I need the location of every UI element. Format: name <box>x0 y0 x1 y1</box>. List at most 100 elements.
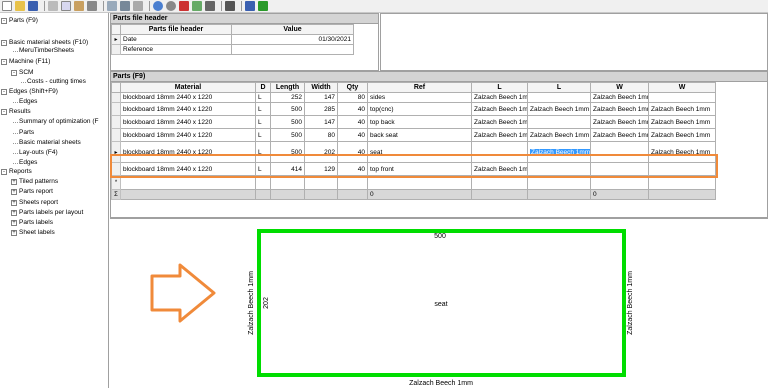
tree-item[interactable]: Summary of optimization (F <box>19 118 98 126</box>
table-cell[interactable] <box>527 175 591 190</box>
tree-item[interactable]: Edges <box>19 159 37 167</box>
tree-item[interactable]: Basic material sheets (F10) <box>9 39 88 47</box>
table-cell[interactable]: Zalzach Beech 1mm <box>590 102 649 116</box>
table-cell[interactable]: 40 <box>337 162 368 176</box>
table-cell[interactable]: top(cnc) <box>367 102 472 116</box>
table-cell[interactable]: top front <box>367 162 472 176</box>
table-cell[interactable]: 40 <box>337 128 368 142</box>
column-header[interactable]: Qty <box>337 82 368 93</box>
collapse-icon[interactable]: - <box>11 70 17 76</box>
table-icon[interactable] <box>120 1 130 11</box>
table-cell[interactable] <box>255 175 271 190</box>
table-cell[interactable]: Zalzach Beech 1mm <box>590 128 649 142</box>
column-header[interactable]: Parts file header <box>120 24 232 35</box>
table-cell[interactable]: L <box>255 92 271 103</box>
table-row[interactable]: blockboard 18mm 2440 x 1220 L 414 129 40 top … <box>111 162 716 176</box>
table-cell[interactable]: blockboard 18mm 2440 x 1220 <box>120 141 256 163</box>
table-cell[interactable] <box>270 175 305 190</box>
table-cell[interactable]: 500 <box>270 128 305 142</box>
table-cell[interactable]: Zalzach Beech 1mm <box>648 128 716 142</box>
expand-icon[interactable]: + <box>11 179 17 185</box>
collapse-icon[interactable]: - <box>1 109 7 115</box>
table-cell[interactable]: Zalzach Beech 1mm <box>648 115 716 129</box>
table-cell[interactable]: blockboard 18mm 2440 x 1220 <box>120 115 256 129</box>
table-cell[interactable]: 500 <box>270 141 305 163</box>
new-row[interactable]: * <box>111 175 716 190</box>
tree-item[interactable]: Parts <box>19 129 34 137</box>
table-cell[interactable] <box>648 92 716 103</box>
table-cell[interactable]: blockboard 18mm 2440 x 1220 <box>120 92 256 103</box>
table-cell[interactable]: sides <box>367 92 472 103</box>
table-cell[interactable]: 147 <box>304 115 338 129</box>
tree-item[interactable]: MeruTimberSheets <box>19 47 74 55</box>
table-cell[interactable]: 500 <box>270 115 305 129</box>
tree-item[interactable]: Reports <box>9 168 32 176</box>
table-cell[interactable]: 80 <box>337 92 368 103</box>
table-cell[interactable]: blockboard 18mm 2440 x 1220 <box>120 128 256 142</box>
table-cell[interactable]: Zalzach Beech 1mm <box>590 92 649 103</box>
table-cell[interactable]: Zalzach Beech 1m <box>471 162 528 176</box>
table-cell[interactable]: 252 <box>270 92 305 103</box>
table-cell[interactable]: blockboard 18mm 2440 x 1220 <box>120 162 256 176</box>
grid-icon[interactable] <box>107 1 117 11</box>
table-cell[interactable] <box>590 175 649 190</box>
table-cell[interactable]: 147 <box>304 92 338 103</box>
column-header[interactable]: Ref <box>367 82 472 93</box>
table-row[interactable]: ▸ blockboard 18mm 2440 x 1220 L 500 202 40 sea… <box>111 141 716 163</box>
table-cell[interactable] <box>304 175 338 190</box>
copy-icon[interactable] <box>61 1 71 11</box>
expand-icon[interactable]: + <box>11 189 17 195</box>
tree-item[interactable]: Edges <box>19 98 37 106</box>
table-cell[interactable]: top back <box>367 115 472 129</box>
table-cell[interactable]: Zalzach Beech 1mm <box>648 102 716 116</box>
header-field-value[interactable] <box>231 44 354 55</box>
collapse-icon[interactable]: - <box>1 40 7 46</box>
export-icon[interactable] <box>225 1 235 11</box>
table-cell[interactable]: 500 <box>270 102 305 116</box>
tree-item[interactable]: SCM <box>19 69 33 77</box>
tree-item[interactable]: Edges (Shift+F9) <box>9 88 58 96</box>
table-cell[interactable] <box>120 175 256 190</box>
table-cell[interactable] <box>527 162 591 176</box>
sort-icon[interactable] <box>205 1 215 11</box>
column-header[interactable]: Value <box>231 24 354 35</box>
collapse-icon[interactable]: - <box>1 59 7 65</box>
selected-cell-text[interactable]: Zalzach Beech 1mm <box>530 148 590 156</box>
header-field-name[interactable]: Date <box>120 34 232 45</box>
tree-item[interactable]: Basic material sheets <box>19 139 81 147</box>
column-header[interactable]: W <box>590 82 649 93</box>
table-cell[interactable]: seat <box>367 141 472 163</box>
collapse-icon[interactable]: - <box>1 169 7 175</box>
table-cell[interactable] <box>590 162 649 176</box>
table-cell[interactable]: 40 <box>337 115 368 129</box>
table-row[interactable]: blockboard 18mm 2440 x 1220 L 500 285 40 top(… <box>111 102 716 116</box>
cut-icon[interactable] <box>48 1 58 11</box>
tree-item[interactable]: Parts labels <box>19 219 53 227</box>
table-cell[interactable]: Zalzach Beech 1mm <box>471 128 528 142</box>
tree-item[interactable]: Parts (F9) <box>9 17 38 25</box>
header-field-value[interactable]: 01/30/2021 <box>231 34 354 45</box>
table-cell[interactable]: L <box>255 141 271 163</box>
table-cell[interactable]: Zalzach Beech 1mm <box>471 102 528 116</box>
table-row[interactable]: blockboard 18mm 2440 x 1220 L 252 147 80 side… <box>111 92 716 103</box>
table-cell[interactable] <box>471 175 528 190</box>
open-folder-icon[interactable] <box>15 1 25 11</box>
collapse-icon[interactable]: - <box>1 18 7 24</box>
tree-item[interactable]: Sheet labels <box>19 229 55 237</box>
column-header[interactable]: L <box>527 82 591 93</box>
table-cell[interactable] <box>367 175 472 190</box>
table-cell[interactable] <box>527 92 591 103</box>
calculator-icon[interactable] <box>245 1 255 11</box>
collapse-icon[interactable]: - <box>1 89 7 95</box>
table-cell[interactable] <box>648 175 716 190</box>
settings-icon[interactable] <box>166 1 176 11</box>
tree-item[interactable]: Tiled patterns <box>19 178 58 186</box>
up-arrow-icon[interactable] <box>258 1 268 11</box>
optimize-icon[interactable] <box>179 1 189 11</box>
table-cell[interactable]: back seat <box>367 128 472 142</box>
table-cell[interactable]: Zalzach Beech 1mm <box>527 128 591 142</box>
header-field-name[interactable]: Reference <box>120 44 232 55</box>
table-cell[interactable]: Zalzach Beech 1mm <box>648 141 716 163</box>
tree-item[interactable]: Results <box>9 108 31 116</box>
save-icon[interactable] <box>28 1 38 11</box>
